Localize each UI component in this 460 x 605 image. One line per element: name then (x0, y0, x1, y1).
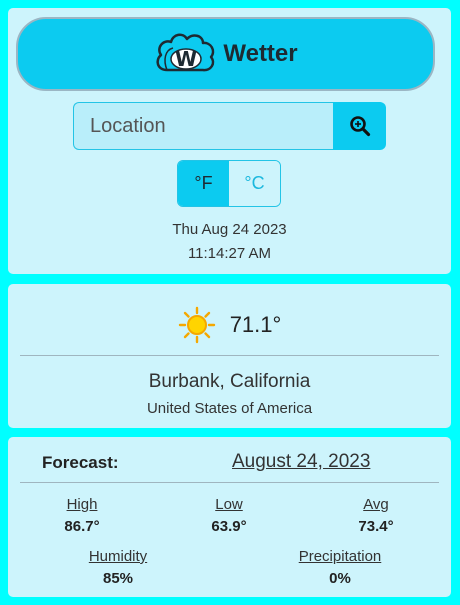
city-name: Burbank, California (148, 371, 311, 392)
divider (20, 482, 439, 483)
current-date: Thu Aug 24 2023 (172, 221, 287, 238)
search-icon (349, 116, 370, 137)
search-bar (73, 102, 386, 150)
high-stat: High 86.7° (32, 496, 132, 535)
avg-label[interactable]: Avg (326, 496, 426, 513)
cloud-logo-icon: W (156, 33, 215, 72)
country-name: United States of America (146, 400, 313, 417)
humidity-stat: Humidity 85% (68, 548, 168, 587)
current-time: 11:14:27 AM (187, 245, 272, 262)
search-button[interactable] (333, 102, 386, 150)
sun-icon (178, 306, 215, 344)
avg-stat: Avg 73.4° (326, 496, 426, 535)
low-value: 63.9° (211, 518, 247, 535)
forecast-date[interactable]: August 24, 2023 (232, 451, 370, 473)
fahrenheit-toggle[interactable]: °F (178, 161, 229, 206)
current-conditions: 71.1° (8, 306, 451, 344)
humidity-value: 85% (102, 570, 134, 587)
app-header-button[interactable]: W Wetter (16, 17, 435, 91)
low-label[interactable]: Low (179, 496, 279, 513)
celsius-toggle[interactable]: °C (229, 161, 280, 206)
precipitation-value: 0% (329, 570, 351, 587)
humidity-label[interactable]: Humidity (68, 548, 168, 565)
high-value: 86.7° (64, 518, 100, 535)
forecast-label: Forecast: (42, 453, 119, 472)
logo-letter: W (175, 47, 197, 71)
avg-value: 73.4° (358, 518, 394, 535)
low-stat: Low 63.9° (179, 496, 279, 535)
precipitation-stat: Precipitation 0% (290, 548, 390, 587)
forecast-card: Forecast: August 24, 2023 High 86.7° Low… (8, 437, 451, 597)
app-title: Wetter (223, 40, 298, 67)
current-weather-card: 71.1° Burbank, California United States … (8, 284, 451, 428)
current-temperature: 71.1° (229, 312, 282, 337)
precipitation-label[interactable]: Precipitation (290, 548, 390, 565)
high-label[interactable]: High (32, 496, 132, 513)
location-input[interactable] (73, 102, 333, 150)
header-card: W Wetter °F °C Thu Aug 24 2023 11:14:27 … (8, 8, 451, 274)
unit-toggle: °F °C (177, 160, 281, 207)
divider (20, 355, 439, 356)
